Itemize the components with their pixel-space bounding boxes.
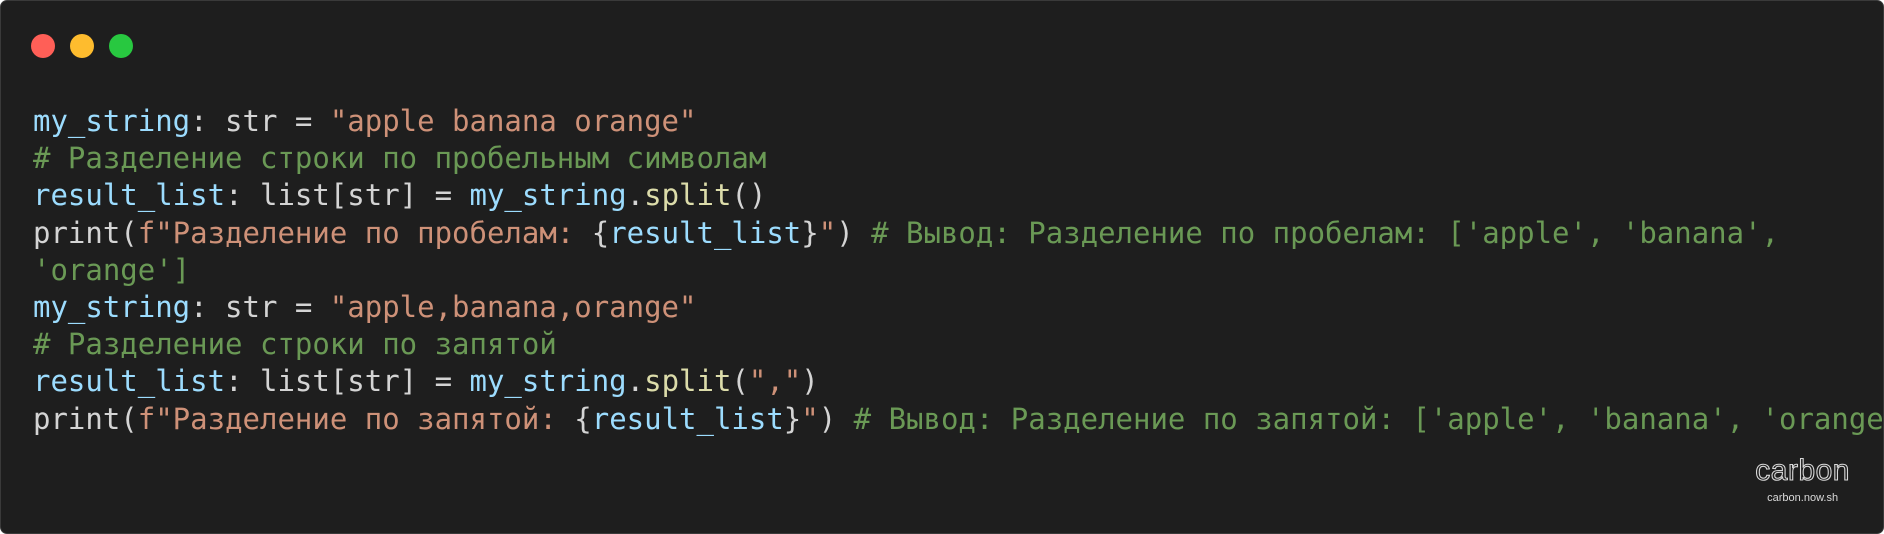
code-token-str: " <box>818 215 837 250</box>
code-token-plain: : str = <box>190 289 330 324</box>
code-token-plain: . <box>626 178 645 213</box>
code-token-fn: split <box>644 364 732 399</box>
code-token-plain: : str = <box>190 104 330 138</box>
code-token-plain: ) <box>836 215 872 250</box>
code-token-fn: split <box>644 178 732 213</box>
code-token-plain: { <box>574 401 592 436</box>
code-token-str: f"Разделение по запятой: <box>137 401 575 436</box>
code-token-cmt: # Разделение строки по запятой <box>33 327 557 362</box>
code-token-str: "apple banana orange" <box>329 104 697 138</box>
code-line: result_list: list[str] = my_string.split… <box>33 177 1883 214</box>
code-token-plain: ) <box>818 401 854 436</box>
code-token-plain: print( <box>33 401 138 436</box>
carbon-logo: carbon <box>1755 454 1850 487</box>
code-token-var: my_string <box>33 289 191 324</box>
maximize-dot-icon <box>109 34 133 58</box>
code-token-plain: { <box>591 215 610 250</box>
code-line: print(f"Разделение по пробелам: {result_… <box>33 215 1883 252</box>
code-token-var: my_string <box>469 364 627 399</box>
close-dot-icon <box>31 34 55 58</box>
code-line: 'orange'] <box>33 252 1883 289</box>
window-controls <box>31 34 133 58</box>
code-token-plain: } <box>783 401 802 436</box>
watermark: carbon carbon.now.sh <box>1755 454 1850 505</box>
code-line: my_string: str = "apple,banana,orange" <box>33 289 1883 326</box>
code-token-plain: : list[str] = <box>225 364 470 399</box>
code-window: my_string: str = "apple banana orange" # … <box>0 0 1884 534</box>
code-line: my_string: str = "apple banana orange" <box>33 103 1883 140</box>
carbon-url: carbon.now.sh <box>1767 492 1839 504</box>
code-token-str: "apple,banana,orange" <box>329 289 697 324</box>
code-token-str: "," <box>748 364 802 399</box>
code-token-plain: } <box>801 215 819 250</box>
code-token-var: my_string <box>469 178 627 213</box>
code-token-var: result_list <box>33 178 226 213</box>
code-token-var: my_string <box>33 104 191 138</box>
code-token-cmt: # Вывод: Разделение по пробелам: ['apple… <box>871 215 1780 250</box>
code-token-var: result_list <box>33 364 226 399</box>
code-token-plain: print( <box>33 215 138 250</box>
code-line: # Разделение строки по запятой <box>33 326 1883 363</box>
code-token-str: f"Разделение по пробелам: <box>137 215 592 250</box>
minimize-dot-icon <box>70 34 94 58</box>
code-token-cmt: # Разделение строки по пробельным символ… <box>33 141 767 176</box>
code-line: print(f"Разделение по запятой: {result_l… <box>33 401 1884 438</box>
code-token-cmt: # Вывод: Разделение по запятой: ['apple'… <box>853 401 1884 436</box>
code-token-str: " <box>801 401 819 436</box>
code-token-plain: ) <box>801 364 819 399</box>
code-token-var: result_list <box>609 215 802 250</box>
code-block: my_string: str = "apple banana orange" # … <box>33 103 1884 438</box>
code-token-plain: . <box>626 364 645 399</box>
code-token-plain: ( <box>731 364 749 399</box>
code-token-plain: : list[str] = <box>225 178 470 213</box>
code-token-plain: () <box>731 178 767 213</box>
code-token-cmt: 'orange'] <box>33 252 191 287</box>
code-token-var: result_list <box>591 401 784 436</box>
code-line: result_list: list[str] = my_string.split… <box>33 363 1883 400</box>
code-line: # Разделение строки по пробельным символ… <box>33 140 1883 177</box>
